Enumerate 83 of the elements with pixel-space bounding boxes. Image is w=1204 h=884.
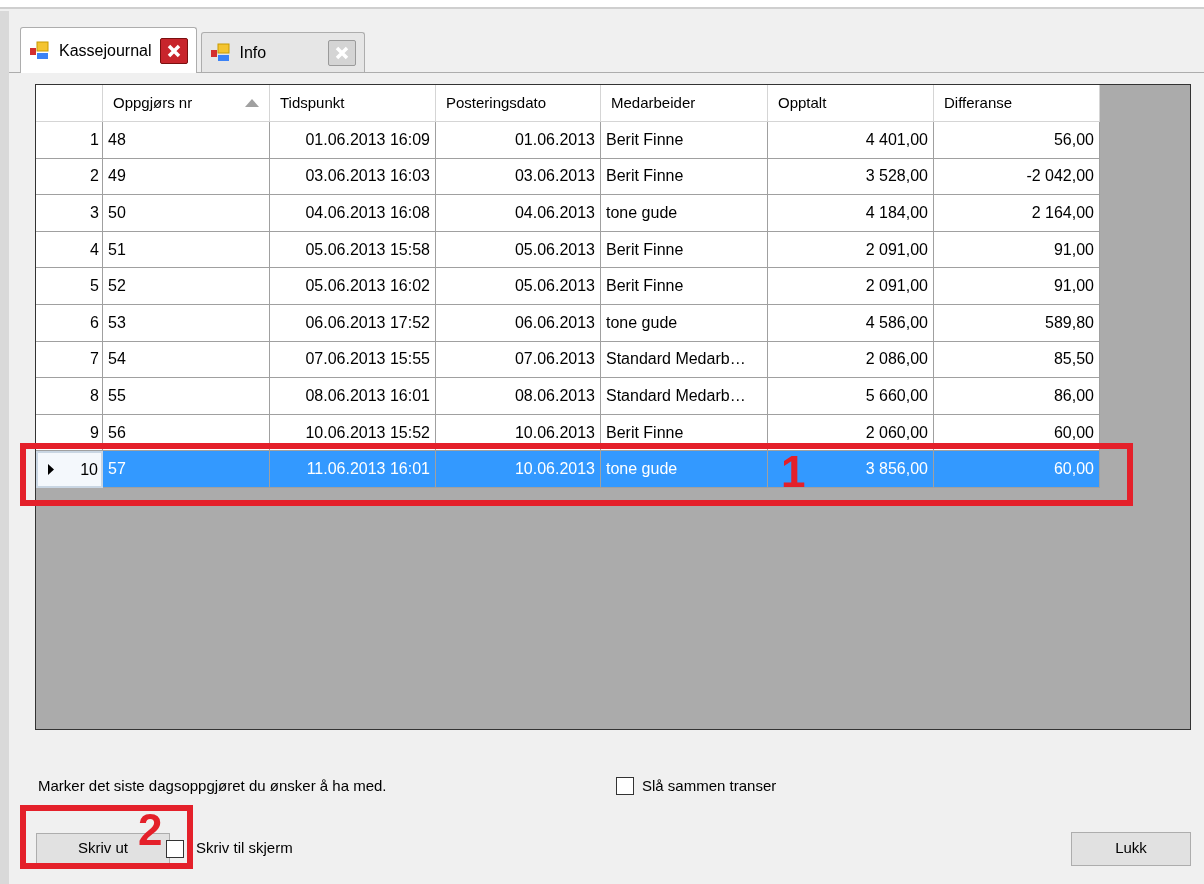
row-header[interactable]: 3 bbox=[36, 195, 103, 232]
table-cell: 01.06.2013 bbox=[436, 122, 601, 159]
table-cell: Standard Medarb… bbox=[601, 378, 768, 415]
row-header[interactable]: 6 bbox=[36, 304, 103, 342]
table-cell: 3 528,00 bbox=[768, 158, 934, 196]
annotation-number: 1 bbox=[781, 450, 806, 494]
table-cell: 4 184,00 bbox=[768, 195, 934, 232]
table-cell: 51 bbox=[103, 231, 270, 269]
table-cell: 4 586,00 bbox=[768, 304, 934, 342]
table-cell: 2 091,00 bbox=[768, 231, 934, 269]
table-cell: 91,00 bbox=[934, 268, 1100, 305]
checkbox-label[interactable]: Skriv til skjerm bbox=[196, 837, 293, 860]
table-cell: 05.06.2013 bbox=[436, 268, 601, 305]
tab[interactable]: Info bbox=[200, 32, 365, 72]
table-cell: 05.06.2013 bbox=[436, 231, 601, 269]
row-header[interactable]: 10 bbox=[36, 451, 103, 488]
close-icon[interactable] bbox=[159, 37, 188, 64]
table-cell: tone gude bbox=[601, 451, 768, 488]
row-header[interactable]: 5 bbox=[36, 268, 103, 305]
row-header[interactable]: 1 bbox=[36, 122, 103, 159]
window-icon bbox=[29, 40, 51, 61]
table-cell: -2 042,00 bbox=[934, 158, 1100, 196]
table-cell: 54 bbox=[103, 341, 270, 379]
row-header[interactable]: 8 bbox=[36, 378, 103, 415]
table-cell: 07.06.2013 15:55 bbox=[270, 341, 436, 379]
instruction-text: Marker det siste dagsoppgjøret du ønsker å ha med. bbox=[38, 776, 388, 796]
table-cell: 03.06.2013 bbox=[436, 158, 601, 196]
table-cell: 10.06.2013 bbox=[436, 451, 601, 488]
table-cell: tone gude bbox=[601, 195, 768, 232]
table-cell: 05.06.2013 15:58 bbox=[270, 231, 436, 269]
table-cell: 2 164,00 bbox=[934, 195, 1100, 232]
table-cell: 04.06.2013 bbox=[436, 195, 601, 232]
table-cell: 2 091,00 bbox=[768, 268, 934, 305]
tab[interactable]: Kassejournal bbox=[20, 27, 197, 73]
table-cell: 04.06.2013 16:08 bbox=[270, 195, 436, 232]
table-cell: Berit Finne bbox=[601, 122, 768, 159]
table-cell: 52 bbox=[103, 268, 270, 305]
table-cell: 08.06.2013 bbox=[436, 378, 601, 415]
table-cell: 56,00 bbox=[934, 122, 1100, 159]
row-header[interactable]: 7 bbox=[36, 341, 103, 379]
column-header[interactable]: Opptalt bbox=[768, 85, 934, 122]
table-cell: Berit Finne bbox=[601, 231, 768, 269]
table-cell: 48 bbox=[103, 122, 270, 159]
window-icon bbox=[209, 42, 232, 63]
table-cell: 5 660,00 bbox=[768, 378, 934, 415]
sort-ascending-icon bbox=[245, 99, 259, 107]
corner-header bbox=[36, 85, 103, 122]
close-button[interactable]: Lukk bbox=[1071, 831, 1191, 866]
table-cell: 589,80 bbox=[934, 304, 1100, 342]
column-header[interactable]: Posteringsdato bbox=[436, 85, 601, 122]
table-cell: 55 bbox=[103, 378, 270, 415]
table-cell: 05.06.2013 16:02 bbox=[270, 268, 436, 305]
table-cell: 50 bbox=[103, 195, 270, 232]
table-cell: 57 bbox=[103, 451, 270, 488]
table-cell: Standard Medarb… bbox=[601, 341, 768, 379]
table-cell: 2 086,00 bbox=[768, 341, 934, 379]
table-cell: Berit Finne bbox=[601, 268, 768, 305]
table-cell: 01.06.2013 16:09 bbox=[270, 122, 436, 159]
table-cell: 03.06.2013 16:03 bbox=[270, 158, 436, 196]
table-cell: 60,00 bbox=[934, 451, 1100, 488]
table-cell: 86,00 bbox=[934, 378, 1100, 415]
table-cell: 85,50 bbox=[934, 341, 1100, 379]
table-cell: 91,00 bbox=[934, 231, 1100, 269]
table-cell: 08.06.2013 16:01 bbox=[270, 378, 436, 415]
column-header[interactable]: Oppgjørs nr bbox=[103, 85, 270, 122]
table-cell: 49 bbox=[103, 158, 270, 196]
table-cell: 4 401,00 bbox=[768, 122, 934, 159]
row-header[interactable]: 4 bbox=[36, 231, 103, 269]
column-header[interactable]: Medarbeider bbox=[601, 85, 768, 122]
table-cell: 06.06.2013 bbox=[436, 304, 601, 342]
column-header[interactable]: Tidspunkt bbox=[270, 85, 436, 122]
table-cell: 06.06.2013 17:52 bbox=[270, 304, 436, 342]
checkbox-label[interactable]: Slå sammen transer bbox=[642, 775, 777, 798]
table-cell: 07.06.2013 bbox=[436, 341, 601, 379]
column-header[interactable]: Differanse bbox=[934, 85, 1100, 122]
table-cell: tone gude bbox=[601, 304, 768, 342]
merge-checkbox[interactable] bbox=[616, 777, 634, 796]
row-header[interactable]: 2 bbox=[36, 158, 103, 196]
screen-checkbox[interactable] bbox=[166, 839, 184, 858]
table-cell: Berit Finne bbox=[601, 158, 768, 196]
current-row-icon bbox=[48, 464, 54, 476]
table-cell: 11.06.2013 16:01 bbox=[270, 451, 436, 488]
table-cell: 53 bbox=[103, 304, 270, 342]
